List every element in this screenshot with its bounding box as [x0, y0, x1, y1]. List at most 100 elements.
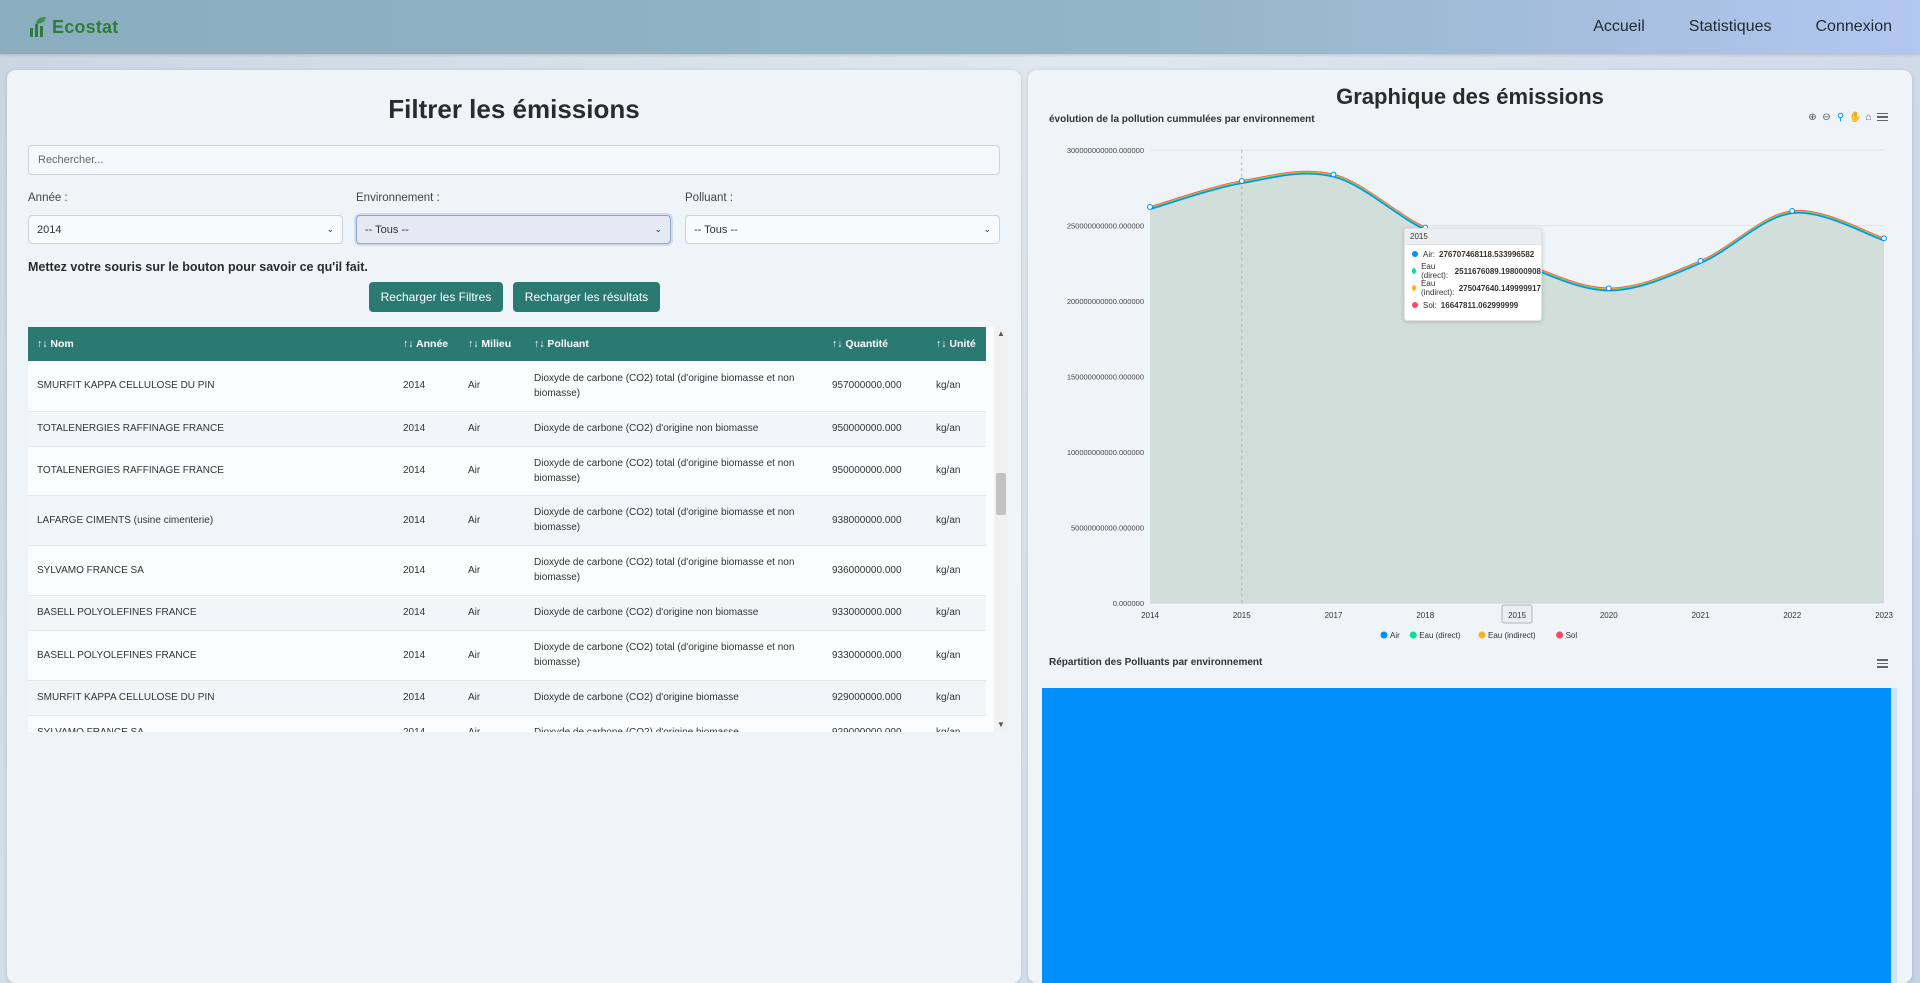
legend-dot-sol — [1412, 302, 1418, 308]
cell-unite: kg/an — [927, 595, 986, 631]
cell-quantite: 929000000.000 — [823, 715, 927, 732]
cell-unite: kg/an — [927, 446, 986, 496]
y-tick-label: 50000000000.000000 — [1071, 524, 1144, 533]
cell-unite: kg/an — [927, 411, 986, 447]
pollutant-label: Polluant : — [685, 192, 733, 204]
scroll-thumb[interactable] — [996, 473, 1006, 515]
pie-chart-subtitle: Répartition des Polluants par environnem… — [1049, 657, 1263, 668]
table-row[interactable]: SYLVAMO FRANCE SA 2014 Air Dioxyde de ca… — [28, 545, 986, 596]
table-row[interactable]: TOTALENERGIES RAFFINAGE FRANCE 2014 Air … — [28, 446, 986, 496]
cell-quantite: 938000000.000 — [823, 495, 927, 546]
tooltip-series-name: Eau (indirect): — [1421, 279, 1455, 297]
chart-tooltip: 2015 Air: 276707468118.533996582 Eau (di… — [1404, 228, 1542, 321]
header-annee[interactable]: ↑↓ Année — [394, 327, 459, 361]
header-quantite[interactable]: ↑↓ Quantité — [823, 327, 927, 361]
cell-nom: TOTALENERGIES RAFFINAGE FRANCE — [28, 446, 394, 496]
chevron-down-icon: ⌄ — [654, 224, 662, 234]
legend-label: Eau (direct) — [1419, 631, 1461, 640]
cell-annee: 2014 — [394, 495, 459, 546]
cell-unite: kg/an — [927, 680, 986, 716]
nav-connexion[interactable]: Connexion — [1816, 18, 1893, 36]
cell-annee: 2014 — [394, 411, 459, 447]
y-tick-label: 150000000000.000000 — [1067, 373, 1144, 382]
table-row[interactable]: BASELL POLYOLEFINES FRANCE 2014 Air Diox… — [28, 630, 986, 681]
brand-logo[interactable]: Ecostat — [28, 16, 118, 38]
y-tick-label: 100000000000.000000 — [1067, 448, 1144, 457]
reload-filters-button[interactable]: Recharger les Filtres — [369, 282, 503, 312]
chevron-down-icon: ⌄ — [983, 224, 991, 234]
table-row[interactable]: SMURFIT KAPPA CELLULOSE DU PIN 2014 Air … — [28, 680, 986, 716]
cell-milieu: Air — [459, 411, 525, 447]
tooltip-series-name: Sol: — [1423, 300, 1437, 310]
legend-label: Eau (indirect) — [1488, 631, 1536, 640]
emissions-table-container: ↑↓ Nom ↑↓ Année ↑↓ Milieu ↑↓ Polluant ↑↓… — [28, 327, 1008, 732]
cell-milieu: Air — [459, 361, 525, 412]
tooltip-value: 16647811.062999999 — [1440, 300, 1519, 310]
cell-quantite: 933000000.000 — [823, 630, 927, 681]
legend-dot — [1409, 631, 1417, 639]
year-select[interactable]: 2014 ⌄ — [28, 215, 343, 244]
table-header-row: ↑↓ Nom ↑↓ Année ↑↓ Milieu ↑↓ Polluant ↑↓… — [28, 327, 986, 361]
x-tick-label: 2022 — [1783, 611, 1801, 620]
year-label: Année : — [28, 192, 68, 204]
cell-polluant: Dioxyde de carbone (CO2) d'origine bioma… — [525, 680, 823, 716]
cell-polluant: Dioxyde de carbone (CO2) d'origine non b… — [525, 595, 823, 631]
legend-dot — [1380, 631, 1388, 639]
cell-polluant: Dioxyde de carbone (CO2) total (d'origin… — [525, 495, 823, 546]
cell-nom: BASELL POLYOLEFINES FRANCE — [28, 630, 394, 681]
y-tick-label: 0.000000 — [1113, 599, 1144, 608]
header-milieu[interactable]: ↑↓ Milieu — [459, 327, 525, 361]
cell-quantite: 929000000.000 — [823, 680, 927, 716]
pie-menu-icon[interactable] — [1877, 659, 1888, 669]
pollutant-select[interactable]: -- Tous -- ⌄ — [685, 215, 1000, 244]
data-point — [1605, 285, 1612, 292]
header-nom[interactable]: ↑↓ Nom — [28, 327, 394, 361]
cell-nom: SMURFIT KAPPA CELLULOSE DU PIN — [28, 680, 394, 716]
scroll-down-arrow-icon[interactable]: ▼ — [994, 718, 1008, 732]
line-chart[interactable]: 0.000000 50000000000.000000 100000000000.0… — [1028, 70, 1912, 640]
hint-text: Mettez votre souris sur le bouton pour s… — [28, 260, 368, 274]
scroll-up-arrow-icon[interactable]: ▲ — [994, 327, 1008, 341]
nav-statistiques[interactable]: Statistiques — [1689, 18, 1772, 36]
cell-unite: kg/an — [927, 495, 986, 546]
x-tick-label: 2021 — [1692, 611, 1710, 620]
cell-quantite: 950000000.000 — [823, 411, 927, 447]
legend-dot — [1556, 631, 1564, 639]
x-tick-label: 2023 — [1875, 611, 1893, 620]
cell-unite: kg/an — [927, 715, 986, 732]
cell-annee: 2014 — [394, 680, 459, 716]
table-row[interactable]: LAFARGE CIMENTS (usine cimenterie) 2014 … — [28, 495, 986, 546]
table-row[interactable]: BASELL POLYOLEFINES FRANCE 2014 Air Diox… — [28, 595, 986, 631]
data-point — [1697, 257, 1704, 264]
table-scrollbar[interactable]: ▲ ▼ — [994, 327, 1008, 732]
environment-select[interactable]: -- Tous -- ⌄ — [356, 215, 671, 244]
crosshair-label: 2015 — [1508, 611, 1526, 620]
reload-results-button[interactable]: Recharger les résultats — [513, 282, 660, 312]
emissions-table: ↑↓ Nom ↑↓ Année ↑↓ Milieu ↑↓ Polluant ↑↓… — [28, 327, 986, 732]
legend-dot-air — [1412, 251, 1418, 257]
cell-polluant: Dioxyde de carbone (CO2) d'origine bioma… — [525, 715, 823, 732]
x-tick-label: 2020 — [1600, 611, 1618, 620]
cell-milieu: Air — [459, 545, 525, 596]
table-row[interactable]: SMURFIT KAPPA CELLULOSE DU PIN 2014 Air … — [28, 361, 986, 412]
charts-panel: Graphique des émissions évolution de la … — [1028, 70, 1912, 983]
cell-milieu: Air — [459, 495, 525, 546]
table-row[interactable]: TOTALENERGIES RAFFINAGE FRANCE 2014 Air … — [28, 411, 986, 447]
table-row[interactable]: SYLVAMO FRANCE SA 2014 Air Dioxyde de ca… — [28, 715, 986, 732]
cell-polluant: Dioxyde de carbone (CO2) d'origine non b… — [525, 411, 823, 447]
header-unite[interactable]: ↑↓ Unité — [927, 327, 986, 361]
x-tick-label: 2017 — [1325, 611, 1343, 620]
tooltip-value: 275047640.149999917 — [1458, 283, 1541, 293]
tooltip-row: Eau (indirect): 275047640.149999917 — [1405, 279, 1541, 297]
header-polluant[interactable]: ↑↓ Polluant — [525, 327, 823, 361]
cell-quantite: 933000000.000 — [823, 595, 927, 631]
cell-quantite: 957000000.000 — [823, 361, 927, 412]
data-point — [1330, 171, 1337, 178]
data-point — [1789, 207, 1796, 214]
search-input[interactable] — [28, 145, 1000, 175]
y-tick-label: 200000000000.000000 — [1067, 297, 1144, 306]
pollutant-value: -- Tous -- — [694, 223, 738, 236]
legend-label: Sol — [1566, 631, 1578, 640]
nav-accueil[interactable]: Accueil — [1593, 18, 1645, 36]
pie-chart[interactable] — [1042, 688, 1897, 983]
